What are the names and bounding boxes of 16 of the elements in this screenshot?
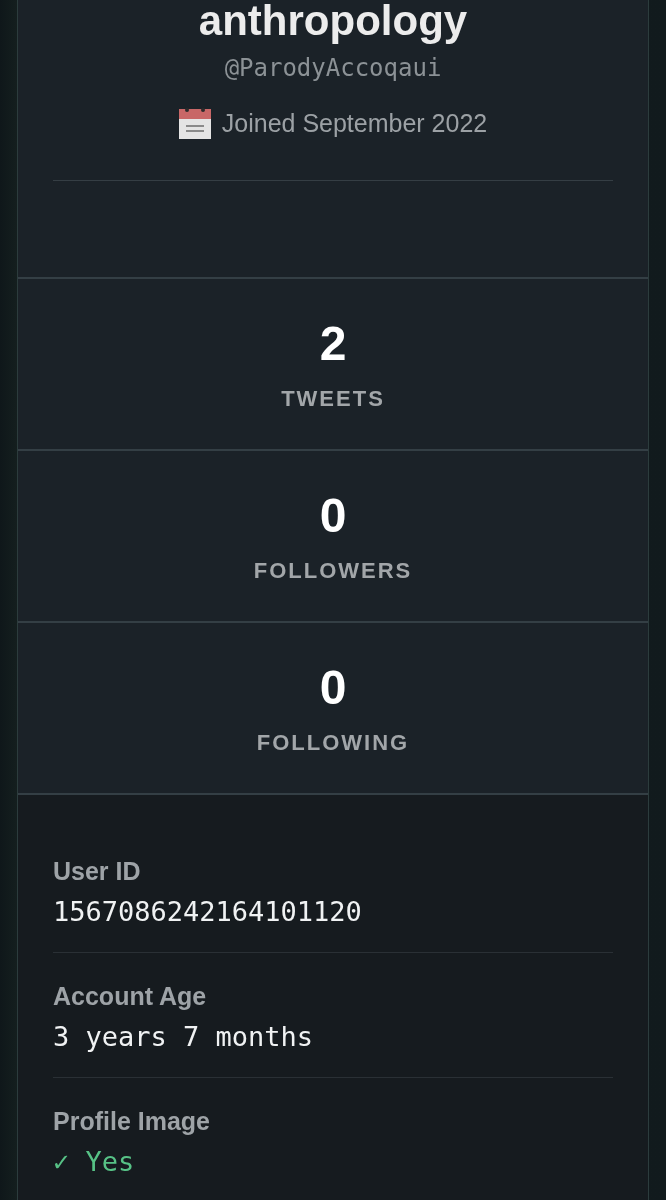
stat-label: TWEETS (281, 386, 385, 412)
profile-name: anthropology (198, 0, 468, 42)
stat-count: 0 (319, 660, 347, 716)
detail-label: Profile Image (53, 1106, 210, 1136)
detail-value: 1567086242164101120 (53, 895, 362, 929)
stat-count: 0 (319, 488, 347, 544)
stat-label: FOLLOWERS (253, 558, 413, 584)
profile-handle: @ParodyAccoqaui (224, 53, 442, 83)
calendar-icon (178, 107, 211, 139)
detail-label: Account Age (53, 981, 207, 1011)
stat-count: 2 (319, 316, 347, 372)
joined-date: Joined September 2022 (221, 108, 488, 139)
detail-value: ✓ Yes (53, 1145, 135, 1179)
detail-label: User ID (53, 856, 141, 886)
detail-value: 3 years 7 months (53, 1020, 314, 1054)
stat-label: FOLLOWING (256, 730, 410, 756)
